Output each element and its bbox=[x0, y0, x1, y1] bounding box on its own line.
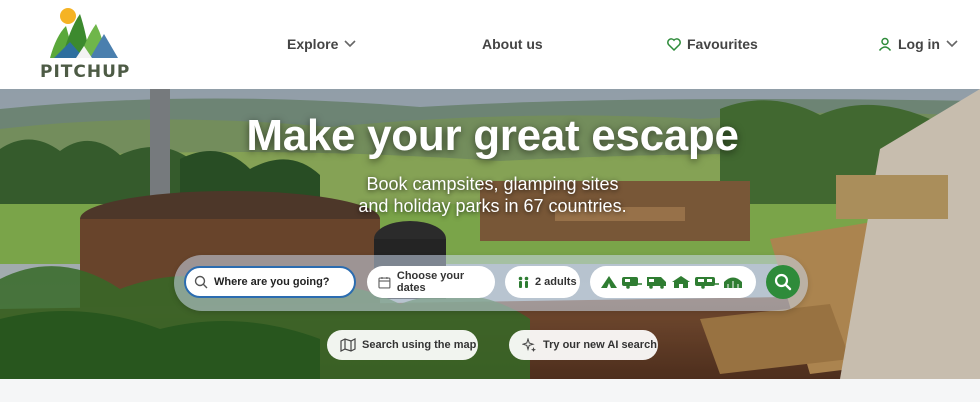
dates-picker[interactable]: Choose your dates bbox=[367, 266, 495, 298]
dates-label: Choose your dates bbox=[396, 270, 465, 294]
chevron-down-icon bbox=[344, 40, 356, 48]
accommodation-type-picker[interactable] bbox=[590, 266, 756, 298]
nav-explore-label: Explore bbox=[287, 36, 339, 52]
nav-explore[interactable]: Explore bbox=[287, 33, 356, 55]
where-field[interactable] bbox=[184, 266, 356, 298]
nav-about-label: About us bbox=[482, 36, 543, 52]
map-icon bbox=[340, 338, 356, 352]
map-search-button[interactable]: Search using the map bbox=[327, 330, 478, 360]
pitchup-logo[interactable]: PITCHUP bbox=[40, 6, 131, 82]
calendar-icon bbox=[378, 276, 391, 289]
lodge-icon bbox=[672, 276, 690, 288]
map-search-label: Search using the map bbox=[362, 339, 477, 351]
search-bar: Choose your dates 2 adults bbox=[174, 255, 808, 311]
user-icon bbox=[878, 37, 892, 51]
page-content-strip bbox=[0, 379, 980, 402]
guests-label: 2 adults bbox=[535, 276, 577, 288]
logo-wordmark: PITCHUP bbox=[40, 62, 131, 82]
people-icon bbox=[518, 276, 529, 288]
search-icon bbox=[774, 273, 792, 291]
site-header: PITCHUP Explore About us Favourites Log … bbox=[0, 0, 980, 89]
hero-title: Make your great escape bbox=[246, 111, 739, 160]
sparkles-icon bbox=[522, 337, 536, 352]
logo-mark-icon bbox=[50, 8, 118, 58]
touring-caravan-icon bbox=[695, 277, 719, 289]
chevron-down-icon bbox=[946, 40, 958, 48]
hero-subtitle: Book campsites, glamping sites and holid… bbox=[0, 173, 980, 217]
hero-section: Make your great escape Book campsites, g… bbox=[0, 89, 980, 379]
nav-favourites-label: Favourites bbox=[687, 36, 758, 52]
heart-icon bbox=[667, 37, 681, 51]
motorhome-icon bbox=[647, 277, 666, 289]
nav-login[interactable]: Log in bbox=[878, 33, 958, 55]
nav-about[interactable]: About us bbox=[482, 33, 543, 55]
tent-icon bbox=[601, 276, 617, 288]
hero-subtitle-line2: and holiday parks in 67 countries. bbox=[358, 196, 627, 216]
hero-subtitle-line1: Book campsites, glamping sites bbox=[366, 174, 619, 194]
caravan-icon bbox=[622, 277, 642, 289]
nav-login-label: Log in bbox=[898, 36, 940, 52]
glamping-pod-icon bbox=[724, 277, 742, 288]
nav-favourites[interactable]: Favourites bbox=[667, 33, 758, 55]
ai-search-label: Try our new AI search bbox=[543, 339, 657, 351]
search-submit-button[interactable] bbox=[766, 265, 800, 299]
search-icon bbox=[194, 275, 208, 289]
ai-search-button[interactable]: Try our new AI search bbox=[509, 330, 658, 360]
guests-picker[interactable]: 2 adults bbox=[505, 266, 580, 298]
destination-input[interactable] bbox=[214, 276, 344, 288]
